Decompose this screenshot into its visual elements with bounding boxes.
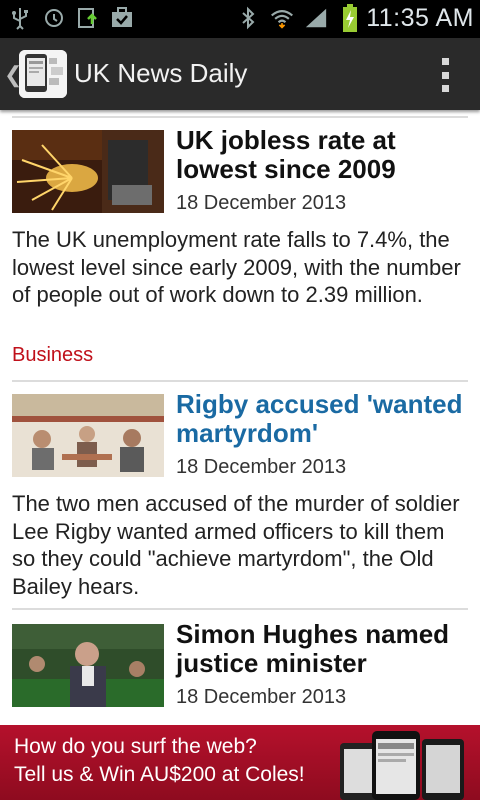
signal-icon [304,6,328,30]
news-feed[interactable]: UK jobless rate at lowest since 2009 18 … [0,110,480,725]
briefcase-check-icon [110,6,134,30]
article-item-1[interactable]: UK jobless rate at lowest since 2009 18 … [12,126,468,370]
bluetooth-icon [236,6,260,30]
article-headline-2[interactable]: Rigby accused 'wanted martyrdom' [176,390,468,448]
article-headline-1[interactable]: UK jobless rate at lowest since 2009 [176,126,468,184]
status-bar: 11:35 AM [0,0,480,38]
status-time: 11:35 AM [366,4,474,32]
ad-banner[interactable]: How do you surf the web? Tell us & Win A… [0,725,480,800]
article-thumbnail-3[interactable] [12,624,164,707]
article-item-2[interactable]: Rigby accused 'wanted martyrdom' 18 Dece… [12,390,468,604]
article-date-2: 18 December 2013 [176,456,347,478]
ad-line-2: Tell us & Win AU$200 at Coles! [14,763,305,786]
article-date-3: 18 December 2013 [176,686,347,708]
ad-line-1: How do you surf the web? [14,735,257,758]
app-title: UK News Daily [74,58,248,88]
article-item-3[interactable]: Simon Hughes named justice minister 18 D… [12,620,468,725]
article-thumbnail-1[interactable] [12,130,164,213]
battery-charging-icon [338,4,362,32]
overflow-menu-icon[interactable] [440,58,450,92]
article-date-1: 18 December 2013 [176,192,347,214]
article-category-1[interactable]: Business [12,344,93,367]
ad-phones-image [340,731,464,800]
divider [12,608,468,610]
wifi-icon [270,6,294,30]
article-summary-1: The UK unemployment rate falls to 7.4%, … [12,227,461,307]
sync-icon [42,6,66,30]
divider [12,116,468,118]
action-bar: ❮ UK News Daily [0,38,480,110]
usb-icon [8,6,32,30]
article-headline-3[interactable]: Simon Hughes named justice minister [176,620,468,678]
article-thumbnail-2[interactable] [12,394,164,477]
upload-icon [76,6,100,30]
app-logo[interactable] [19,50,67,98]
article-summary-2: The two men accused of the murder of sol… [12,491,460,599]
divider [12,380,468,382]
